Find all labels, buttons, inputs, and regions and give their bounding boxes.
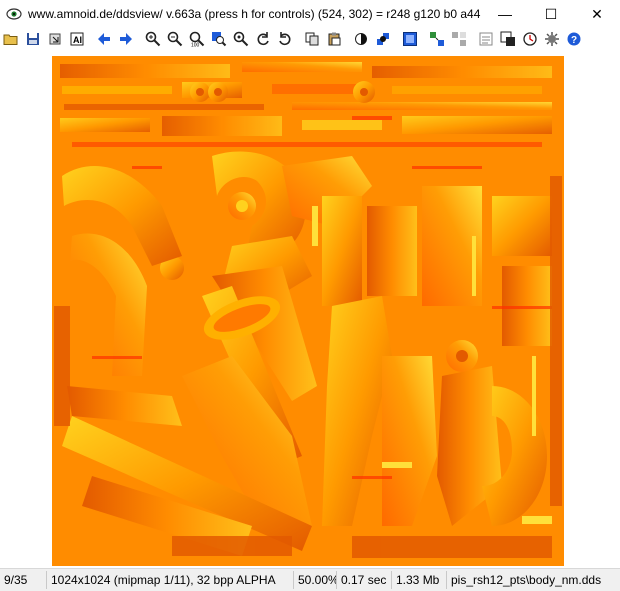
svg-text:?: ?: [571, 35, 577, 46]
status-bar: 9/35 1024x1024 (mipmap 1/11), 32 bpp ALP…: [0, 568, 620, 591]
maximize-button[interactable]: ☐: [528, 0, 574, 28]
fullscreen-icon[interactable]: [399, 28, 421, 50]
app-eye-icon: [6, 8, 22, 20]
tile-icon[interactable]: [426, 28, 448, 50]
back-arrow-icon[interactable]: [93, 28, 115, 50]
texture-image: [52, 56, 564, 566]
export-icon[interactable]: [44, 28, 66, 50]
rotate-left-icon[interactable]: [252, 28, 274, 50]
status-zoom: 50.00%: [294, 571, 337, 589]
status-dimensions: 1024x1024 (mipmap 1/11), 32 bpp ALPHA: [47, 571, 294, 589]
title-bar: www.amnoid.de/ddsview/ v.663a (press h f…: [0, 0, 620, 28]
svg-text:AI: AI: [73, 35, 82, 45]
paste-icon[interactable]: [323, 28, 345, 50]
normal-map-texture: [52, 56, 564, 566]
window-title: www.amnoid.de/ddsview/ v.663a (press h f…: [28, 7, 481, 21]
zoom-100-icon[interactable]: 100: [186, 28, 208, 50]
help-icon[interactable]: ?: [563, 28, 585, 50]
close-button[interactable]: ✕: [574, 0, 620, 28]
status-image-index: 9/35: [0, 571, 47, 589]
minimize-button[interactable]: —: [482, 0, 528, 28]
zoom-fit-icon[interactable]: [208, 28, 230, 50]
settings-icon[interactable]: [541, 28, 563, 50]
info-panel-icon[interactable]: [475, 28, 497, 50]
save-icon[interactable]: [22, 28, 44, 50]
alpha-half-icon[interactable]: [350, 28, 372, 50]
image-canvas[interactable]: [0, 50, 620, 568]
channel-icon[interactable]: [497, 28, 519, 50]
forward-arrow-icon[interactable]: [115, 28, 137, 50]
zoom-custom-icon[interactable]: [230, 28, 252, 50]
status-filename: pis_rsh12_pts\body_nm.dds: [451, 573, 602, 587]
tile-alt-icon[interactable]: [448, 28, 470, 50]
clock-icon[interactable]: [519, 28, 541, 50]
status-file-size: 1.33 Mb: [392, 571, 447, 589]
open-folder-icon[interactable]: [0, 28, 22, 50]
zoom-in-icon[interactable]: [142, 28, 164, 50]
status-load-time: 0.17 sec: [337, 571, 392, 589]
toolbar: AI 100 ?: [0, 28, 620, 50]
svg-text:100: 100: [191, 43, 200, 48]
alpha-checker-icon[interactable]: [372, 28, 394, 50]
zoom-out-icon[interactable]: [164, 28, 186, 50]
text-info-icon[interactable]: AI: [66, 28, 88, 50]
rotate-right-icon[interactable]: [274, 28, 296, 50]
copy-icon[interactable]: [301, 28, 323, 50]
